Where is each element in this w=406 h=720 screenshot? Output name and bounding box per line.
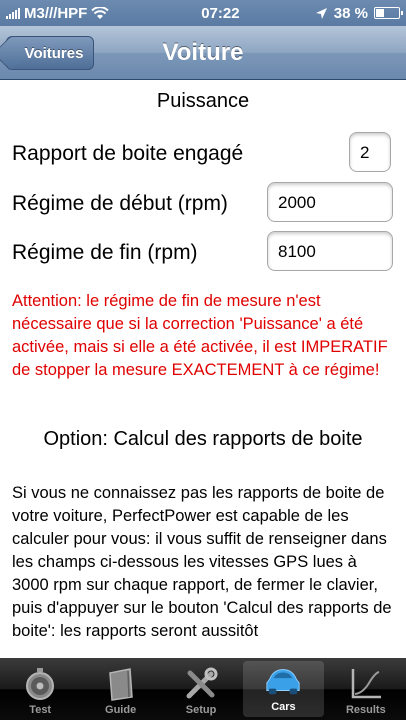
warning-text: Attention: le régime de fin de mesure n'… — [12, 292, 388, 379]
tab-label: Setup — [185, 704, 217, 716]
tab-label: Cars — [271, 701, 296, 713]
clock: 07:22 — [201, 4, 240, 22]
tab-results[interactable]: Results — [326, 658, 406, 720]
tab-setup[interactable]: Setup — [161, 658, 241, 720]
back-button[interactable]: Voitures — [6, 36, 94, 70]
tab-label: Guide — [105, 704, 137, 716]
tab-bar: Test Guide Setup Cars Results — [0, 658, 406, 720]
form-row: Rapport de boite engagé 2 — [0, 132, 406, 176]
tab-label: Results — [345, 704, 386, 716]
wifi-icon — [91, 6, 110, 19]
battery-icon — [374, 7, 403, 19]
gear-input[interactable]: 2 — [349, 132, 391, 172]
field-label: Régime de début (rpm) — [12, 192, 228, 215]
instructions-text: Si vous ne connaissez pas les rapports d… — [12, 484, 392, 640]
battery-percent: 38 % — [333, 4, 368, 22]
carrier-label: M3///HPF — [24, 4, 88, 22]
car-icon — [266, 669, 301, 695]
book-icon — [108, 668, 133, 701]
form-row: Régime de début (rpm) 2000 — [0, 182, 406, 226]
content-scroll[interactable]: Puissance Rapport de boite engagé 2 Régi… — [0, 80, 406, 658]
field-label: Rapport de boite engagé — [12, 142, 244, 165]
tab-label: Test — [29, 704, 52, 716]
field-label: Régime de fin (rpm) — [12, 241, 198, 264]
tab-test[interactable]: Test — [0, 658, 80, 720]
start-rpm-input[interactable]: 2000 — [267, 182, 393, 222]
tools-icon — [186, 667, 218, 699]
stopwatch-icon — [26, 668, 55, 700]
tab-guide[interactable]: Guide — [80, 658, 160, 720]
form-row: Régime de fin (rpm) 8100 — [0, 231, 406, 275]
option-title: Option: Calcul des rapports de boite — [43, 428, 363, 450]
navigation-bar: Voitures Voiture — [0, 26, 406, 80]
location-arrow-icon — [315, 7, 327, 19]
status-bar: M3///HPF 07:22 38 % — [0, 0, 406, 26]
graph-icon — [351, 669, 381, 699]
tab-cars[interactable]: Cars — [243, 661, 324, 717]
end-rpm-input[interactable]: 8100 — [267, 231, 393, 271]
signal-icon — [6, 7, 20, 19]
section-title: Puissance — [156, 90, 250, 112]
back-button-label: Voitures — [24, 44, 84, 62]
